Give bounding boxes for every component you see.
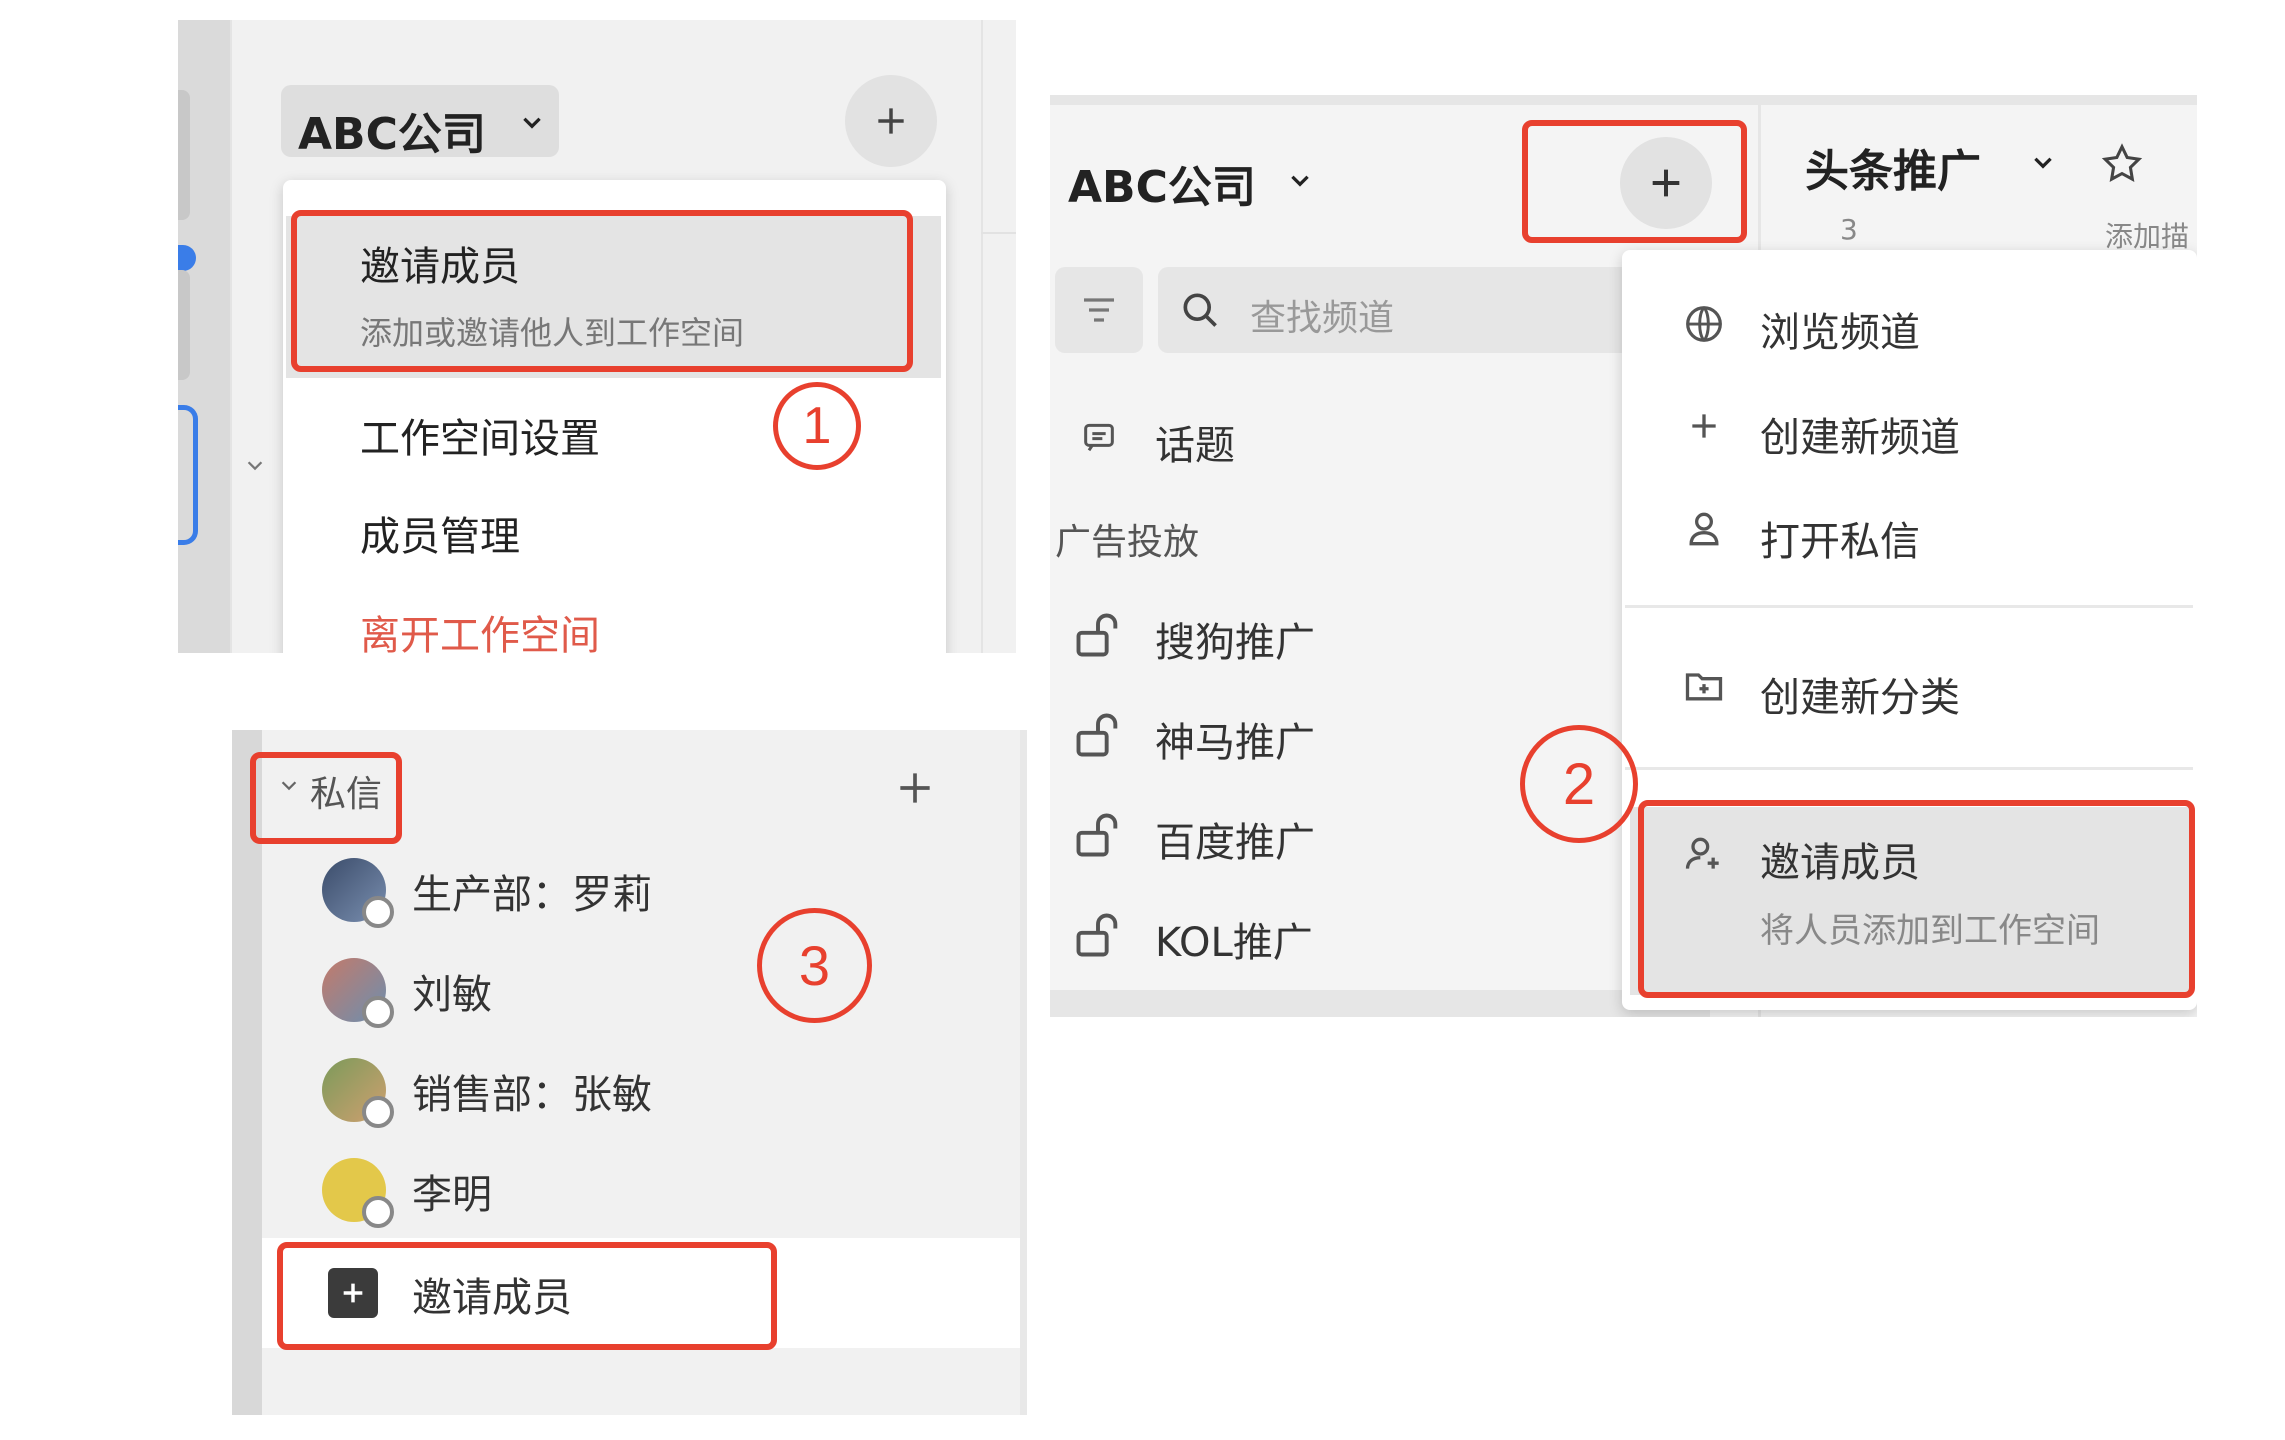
- menu-item-leave[interactable]: 离开工作空间: [360, 603, 600, 653]
- folder-add-icon: [1678, 660, 1730, 712]
- menu-divider: [1625, 605, 2193, 608]
- menu-divider: [1625, 767, 2193, 770]
- plus-icon: [1678, 400, 1730, 452]
- filter-icon: [1074, 287, 1124, 333]
- chevron-down-icon: [1285, 165, 1315, 195]
- sidebar-divider-h: [981, 232, 1016, 234]
- highlight-box: [277, 1242, 777, 1350]
- lock-open-icon: [1070, 907, 1126, 963]
- rail-workspace-tile[interactable]: [178, 90, 190, 220]
- menu-item-open-dm[interactable]: 打开私信: [1760, 509, 1920, 567]
- chevron-down-icon: [518, 108, 546, 136]
- status-icon: [362, 996, 394, 1028]
- dm-item[interactable]: 销售部：张敏: [412, 1062, 652, 1120]
- channel-item[interactable]: 神马推广: [1155, 710, 1315, 768]
- lock-open-icon: [1070, 807, 1126, 863]
- callout-number: 3: [757, 908, 872, 1023]
- panel-right-border: [1020, 730, 1027, 1415]
- channel-item-selected[interactable]: [1050, 990, 1710, 1017]
- chevron-down-icon[interactable]: [240, 450, 270, 480]
- search-placeholder: 查找频道: [1250, 298, 1395, 339]
- user-icon: [1678, 503, 1730, 555]
- search-icon: [1175, 285, 1225, 335]
- status-icon: [362, 1196, 394, 1228]
- channel-title[interactable]: 头条推广: [1805, 135, 1981, 199]
- status-icon: [362, 896, 394, 928]
- star-icon[interactable]: [2095, 137, 2149, 191]
- menu-item-browse[interactable]: 浏览频道: [1760, 300, 1920, 358]
- menu-item-members[interactable]: 成员管理: [360, 504, 520, 562]
- callout-number: 1: [773, 382, 861, 470]
- search-input[interactable]: [1158, 267, 1678, 353]
- channel-menu-panel: ABC公司 头条推广 3 添加描 查找频道 话题 广告投放 搜狗推广 神马推广 …: [1050, 95, 2197, 1017]
- sidebar-divider: [230, 20, 232, 653]
- add-button[interactable]: [845, 75, 937, 167]
- chevron-down-icon: [2028, 147, 2058, 177]
- rail-workspace-tile-2[interactable]: [178, 270, 190, 380]
- channel-item[interactable]: KOL推广: [1155, 910, 1313, 968]
- highlight-box: [1522, 120, 1747, 243]
- dm-sidebar-panel: 私信 生产部：罗莉 刘敏 销售部：张敏 李明 邀请成员 3: [232, 730, 1027, 1415]
- lock-open-icon: [1070, 707, 1126, 763]
- globe-icon: [1678, 298, 1730, 350]
- threads-icon: [1075, 413, 1123, 461]
- workspace-name[interactable]: ABC公司: [1068, 151, 1256, 215]
- menu-item-settings[interactable]: 工作空间设置: [360, 406, 600, 464]
- menu-item-create-channel[interactable]: 创建新频道: [1760, 405, 1960, 463]
- highlight-box: [291, 210, 913, 372]
- callout-number: 2: [1520, 725, 1638, 843]
- status-icon: [362, 1096, 394, 1128]
- header-description[interactable]: 添加描: [2105, 215, 2189, 255]
- dm-item[interactable]: 刘敏: [412, 962, 492, 1020]
- channel-item[interactable]: 百度推广: [1155, 810, 1315, 868]
- channel-item[interactable]: 搜狗推广: [1155, 610, 1315, 668]
- workspace-name: ABC公司: [298, 109, 486, 160]
- plus-icon[interactable]: [890, 763, 940, 813]
- dm-item[interactable]: 生产部：罗莉: [412, 862, 652, 920]
- dm-item[interactable]: 李明: [412, 1162, 492, 1220]
- threads-label[interactable]: 话题: [1155, 413, 1235, 471]
- highlight-box: [250, 752, 402, 844]
- rail-active-tile[interactable]: [178, 405, 198, 545]
- header-member-count[interactable]: 3: [1840, 213, 1858, 246]
- sidebar-divider-right: [981, 20, 983, 653]
- panel-top-border: [1050, 95, 2197, 105]
- menu-item-create-category[interactable]: 创建新分类: [1760, 665, 1960, 723]
- workspace-menu-panel: ABC公司 邀请成员 添加或邀请他人到工作空间 工作空间设置 成员管理 离开工作…: [178, 20, 1016, 653]
- lock-open-icon: [1070, 607, 1126, 663]
- section-header[interactable]: 广告投放: [1055, 513, 1199, 565]
- highlight-box: [1638, 800, 2195, 998]
